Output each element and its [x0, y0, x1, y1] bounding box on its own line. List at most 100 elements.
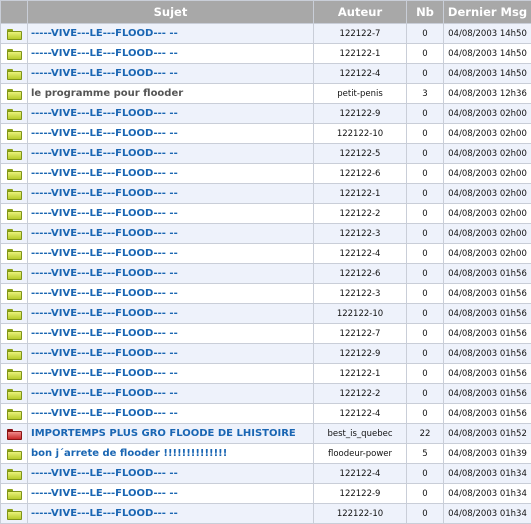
folder-icon — [7, 189, 22, 200]
topic-last-message[interactable]: 04/08/2003 14h50 — [444, 44, 531, 64]
topic-reply-count: 3 — [407, 84, 444, 104]
folder-icon — [7, 109, 22, 120]
topic-author[interactable]: 122122-10 — [314, 124, 407, 144]
topic-subject-link[interactable]: -----VIVE---LE---FLOOD--- -- — [28, 44, 314, 64]
topic-subject-link[interactable]: -----VIVE---LE---FLOOD--- -- — [28, 344, 314, 364]
topic-author[interactable]: 122122-2 — [314, 384, 407, 404]
topic-author[interactable]: 122122-6 — [314, 264, 407, 284]
folder-icon — [7, 89, 22, 100]
topic-subject-link[interactable]: IMPORTEMPS PLUS GRO FLOODE DE LHISTOIRE — [28, 424, 314, 444]
topic-last-message[interactable]: 04/08/2003 01h56 — [444, 304, 531, 324]
topic-subject-link[interactable]: -----VIVE---LE---FLOOD--- -- — [28, 104, 314, 124]
topic-author[interactable]: 122122-1 — [314, 364, 407, 384]
icon-cell — [1, 424, 28, 444]
topic-last-message[interactable]: 04/08/2003 02h00 — [444, 164, 531, 184]
topic-subject-link[interactable]: le programme pour flooder — [28, 84, 314, 104]
topic-last-message[interactable]: 04/08/2003 01h56 — [444, 344, 531, 364]
topic-author[interactable]: 122122-6 — [314, 164, 407, 184]
topic-last-message[interactable]: 04/08/2003 01h52 — [444, 424, 531, 444]
topic-last-message[interactable]: 04/08/2003 02h00 — [444, 204, 531, 224]
topic-last-message[interactable]: 04/08/2003 01h56 — [444, 384, 531, 404]
table-row: -----VIVE---LE---FLOOD--- --122122-5004/… — [1, 144, 531, 164]
topic-author[interactable]: 122122-3 — [314, 224, 407, 244]
icon-cell — [1, 244, 28, 264]
folder-icon — [7, 489, 22, 500]
topic-subject-link[interactable]: -----VIVE---LE---FLOOD--- -- — [28, 504, 314, 524]
topic-subject-link[interactable]: -----VIVE---LE---FLOOD--- -- — [28, 484, 314, 504]
topic-author[interactable]: best_is_quebec — [314, 424, 407, 444]
topic-last-message[interactable]: 04/08/2003 01h56 — [444, 404, 531, 424]
topic-author[interactable]: 122122-4 — [314, 404, 407, 424]
topic-subject-link[interactable]: -----VIVE---LE---FLOOD--- -- — [28, 304, 314, 324]
topic-subject-link[interactable]: -----VIVE---LE---FLOOD--- -- — [28, 464, 314, 484]
topic-last-message[interactable]: 04/08/2003 01h56 — [444, 284, 531, 304]
topic-author[interactable]: 122122-7 — [314, 324, 407, 344]
topic-author[interactable]: floodeur-power — [314, 444, 407, 464]
topic-author[interactable]: 122122-4 — [314, 244, 407, 264]
header-count[interactable]: Nb — [407, 1, 444, 24]
topic-author[interactable]: 122122-1 — [314, 184, 407, 204]
topic-last-message[interactable]: 04/08/2003 01h56 — [444, 264, 531, 284]
icon-cell — [1, 284, 28, 304]
table-row: -----VIVE---LE---FLOOD--- --122122-4004/… — [1, 64, 531, 84]
topic-author[interactable]: 122122-5 — [314, 144, 407, 164]
topic-author[interactable]: 122122-10 — [314, 304, 407, 324]
topic-subject-link[interactable]: -----VIVE---LE---FLOOD--- -- — [28, 244, 314, 264]
icon-cell — [1, 464, 28, 484]
folder-icon — [7, 249, 22, 260]
topic-last-message[interactable]: 04/08/2003 12h36 — [444, 84, 531, 104]
folder-icon — [7, 309, 22, 320]
topic-author[interactable]: 122122-9 — [314, 104, 407, 124]
topic-author[interactable]: petit-penis — [314, 84, 407, 104]
topic-subject-link[interactable]: -----VIVE---LE---FLOOD--- -- — [28, 24, 314, 44]
topic-last-message[interactable]: 04/08/2003 01h56 — [444, 324, 531, 344]
table-row: -----VIVE---LE---FLOOD--- --122122-3004/… — [1, 284, 531, 304]
topic-subject-link[interactable]: -----VIVE---LE---FLOOD--- -- — [28, 124, 314, 144]
topic-last-message[interactable]: 04/08/2003 02h00 — [444, 244, 531, 264]
topic-reply-count: 0 — [407, 104, 444, 124]
topic-author[interactable]: 122122-3 — [314, 284, 407, 304]
topic-subject-link[interactable]: -----VIVE---LE---FLOOD--- -- — [28, 164, 314, 184]
table-row: -----VIVE---LE---FLOOD--- --122122-2004/… — [1, 204, 531, 224]
topic-last-message[interactable]: 04/08/2003 14h50 — [444, 64, 531, 84]
topic-last-message[interactable]: 04/08/2003 02h00 — [444, 104, 531, 124]
topic-subject-link[interactable]: -----VIVE---LE---FLOOD--- -- — [28, 384, 314, 404]
header-author[interactable]: Auteur — [314, 1, 407, 24]
topic-author[interactable]: 122122-4 — [314, 464, 407, 484]
topic-subject-link[interactable]: -----VIVE---LE---FLOOD--- -- — [28, 324, 314, 344]
topic-subject-link[interactable]: -----VIVE---LE---FLOOD--- -- — [28, 184, 314, 204]
topic-author[interactable]: 122122-4 — [314, 64, 407, 84]
topic-last-message[interactable]: 04/08/2003 01h34 — [444, 484, 531, 504]
topic-author[interactable]: 122122-9 — [314, 344, 407, 364]
topic-subject-link[interactable]: -----VIVE---LE---FLOOD--- -- — [28, 264, 314, 284]
topic-subject-link[interactable]: bon j´arrete de flooder !!!!!!!!!!!!!! — [28, 444, 314, 464]
topic-author[interactable]: 122122-1 — [314, 44, 407, 64]
topic-author[interactable]: 122122-10 — [314, 504, 407, 524]
topic-last-message[interactable]: 04/08/2003 01h56 — [444, 364, 531, 384]
topic-subject-link[interactable]: -----VIVE---LE---FLOOD--- -- — [28, 364, 314, 384]
topic-subject-link[interactable]: -----VIVE---LE---FLOOD--- -- — [28, 64, 314, 84]
topic-author[interactable]: 122122-2 — [314, 204, 407, 224]
topic-last-message[interactable]: 04/08/2003 02h00 — [444, 184, 531, 204]
folder-icon — [7, 169, 22, 180]
topic-last-message[interactable]: 04/08/2003 01h34 — [444, 504, 531, 524]
topic-last-message[interactable]: 04/08/2003 14h50 — [444, 24, 531, 44]
topic-last-message[interactable]: 04/08/2003 01h39 — [444, 444, 531, 464]
topic-subject-link[interactable]: -----VIVE---LE---FLOOD--- -- — [28, 284, 314, 304]
topic-last-message[interactable]: 04/08/2003 02h00 — [444, 124, 531, 144]
folder-icon — [7, 69, 22, 80]
topic-subject-link[interactable]: -----VIVE---LE---FLOOD--- -- — [28, 204, 314, 224]
topic-last-message[interactable]: 04/08/2003 02h00 — [444, 144, 531, 164]
topic-subject-link[interactable]: -----VIVE---LE---FLOOD--- -- — [28, 224, 314, 244]
folder-icon — [7, 509, 22, 520]
topic-reply-count: 0 — [407, 164, 444, 184]
topic-subject-link[interactable]: -----VIVE---LE---FLOOD--- -- — [28, 404, 314, 424]
topic-last-message[interactable]: 04/08/2003 02h00 — [444, 224, 531, 244]
header-last-message[interactable]: Dernier Msg — [444, 1, 531, 24]
header-subject[interactable]: Sujet — [28, 1, 314, 24]
topic-last-message[interactable]: 04/08/2003 01h34 — [444, 464, 531, 484]
topic-author[interactable]: 122122-7 — [314, 24, 407, 44]
topic-subject-link[interactable]: -----VIVE---LE---FLOOD--- -- — [28, 144, 314, 164]
topics-table: Sujet Auteur Nb Dernier Msg -----VIVE---… — [0, 0, 531, 524]
topic-author[interactable]: 122122-9 — [314, 484, 407, 504]
